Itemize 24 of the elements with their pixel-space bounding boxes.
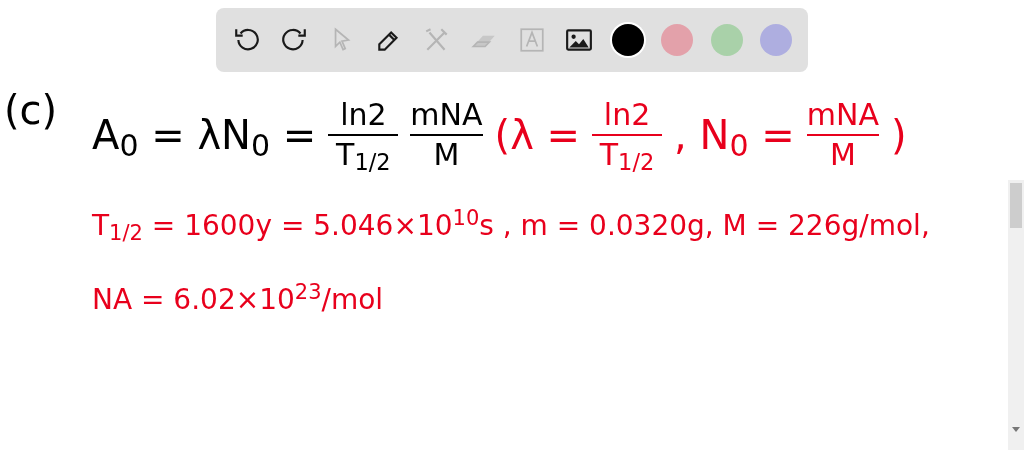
fraction-numerator: ln2 (603, 96, 651, 134)
image-icon (565, 26, 594, 54)
equation-text: , N$_{0}$ = (674, 110, 795, 165)
equation-text: NA = 6.02×10$^{23}$/mol (92, 279, 384, 318)
fraction-denominator: T$_{1/2}$ (336, 135, 391, 173)
color-swatch[interactable] (710, 24, 743, 56)
fraction-numerator: ln2 (340, 96, 387, 134)
fraction-denominator: M (433, 135, 460, 173)
scrollbar[interactable] (1008, 180, 1024, 450)
fraction-denominator: T$_{1/2}$ (599, 135, 655, 173)
part-label: (c) (3, 86, 59, 135)
color-swatch[interactable] (760, 24, 792, 56)
color-swatch[interactable] (661, 24, 694, 56)
fraction-numerator: mNA (410, 96, 483, 134)
equation-text: ) (890, 110, 907, 160)
color-swatch[interactable] (611, 24, 644, 56)
fraction-denominator: M (829, 135, 856, 173)
equation-text: A$_{0}$ = λN$_{0}$ = (92, 110, 317, 165)
text-icon (517, 26, 546, 54)
scrollbar-thumb[interactable] (1010, 183, 1022, 228)
fraction-numerator: mNA (806, 96, 879, 134)
equation-text: (λ = (494, 110, 581, 160)
equation-text: T$_{1/2}$ = 1600y = 5.046×10$^{10}$s , m = 0.0320g, M = 226g/mol, (92, 205, 930, 247)
scroll-down-icon[interactable] (1012, 427, 1020, 432)
